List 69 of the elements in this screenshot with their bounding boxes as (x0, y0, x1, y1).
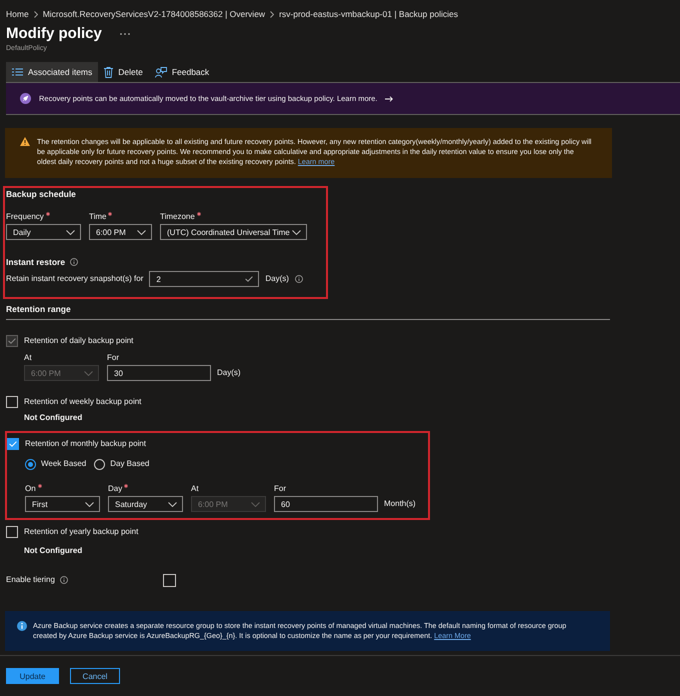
field-label: Frequency (6, 212, 44, 222)
checkbox-label: Enable tiering (6, 574, 55, 586)
chevron-down-icon (137, 230, 146, 234)
info-icon (17, 621, 27, 631)
checkmark-icon (8, 338, 16, 344)
checkbox-label: Retention of daily backup point (24, 335, 134, 347)
number-input[interactable]: 2 (149, 271, 260, 287)
field-label: On (25, 484, 36, 494)
chevron-down-icon (251, 502, 260, 506)
check-icon (245, 276, 254, 282)
checkmark-icon (9, 441, 17, 447)
cancel-button[interactable]: Cancel (70, 668, 120, 684)
feedback-icon (154, 66, 167, 78)
page-title: Modify policy (6, 25, 102, 43)
dropdown[interactable]: First (25, 496, 100, 512)
section-title: Retention range (6, 303, 71, 315)
field-label: For (274, 484, 286, 494)
section-title: Backup schedule (6, 188, 76, 200)
list-icon (12, 68, 23, 76)
warning-icon (20, 137, 30, 146)
status-text: Not Configured (24, 546, 82, 556)
dropdown[interactable]: 6:00 PM (89, 224, 152, 240)
chevron-right-icon (270, 10, 274, 18)
radio-label: Week Based (41, 458, 86, 470)
breadcrumb-link[interactable]: Microsoft.RecoveryServicesV2-1784008586362 | Overview (42, 8, 266, 20)
breadcrumb-link[interactable]: Home (6, 8, 29, 20)
dropdown[interactable]: Saturday (108, 496, 183, 512)
breadcrumb-link[interactable]: rsv-prod-eastus-vmbackup-01 | Backup policies (279, 8, 458, 20)
radio-button[interactable] (94, 458, 106, 470)
checkbox-label: Retention of yearly backup point (24, 526, 138, 538)
chevron-down-icon (168, 502, 177, 506)
unit-label: Day(s) (265, 273, 289, 285)
checkbox[interactable] (7, 438, 19, 450)
checkbox[interactable] (6, 526, 18, 538)
unit-label: Day(s) (217, 367, 241, 379)
info-icon[interactable] (60, 576, 68, 584)
field-label: Timezone (160, 212, 195, 222)
field-label: Day (108, 484, 122, 494)
arrow-right-icon[interactable] (385, 96, 394, 102)
checkbox[interactable] (6, 396, 18, 408)
field-label: Retain instant recovery snapshot(s) for (6, 274, 144, 284)
number-input[interactable]: 60 (274, 496, 378, 512)
update-button[interactable]: Update (6, 668, 59, 684)
field-label: Time (89, 212, 106, 222)
trash-icon (104, 66, 114, 78)
dropdown[interactable]: Daily (6, 224, 81, 240)
status-text: Not Configured (24, 413, 82, 423)
toolbar-button[interactable]: Feedback (148, 62, 216, 82)
chevron-down-icon (292, 230, 301, 234)
field-label: At (24, 353, 32, 363)
radio-button[interactable] (25, 458, 36, 470)
unit-label: Month(s) (384, 498, 416, 510)
checkbox-label: Retention of weekly backup point (24, 396, 142, 408)
field-label: At (191, 484, 199, 494)
chevron-right-icon (34, 10, 38, 18)
checkbox-label: Retention of monthly backup point (25, 438, 146, 450)
section-title: Instant restore (6, 256, 66, 268)
radio-label: Day Based (110, 458, 150, 470)
info-icon[interactable] (294, 275, 303, 283)
field-label: For (107, 353, 119, 363)
chevron-down-icon (85, 502, 94, 506)
info-icon[interactable] (70, 258, 78, 266)
rocket-icon (20, 93, 31, 104)
chevron-down-icon (66, 230, 75, 234)
checkbox[interactable] (163, 574, 176, 586)
toolbar-button[interactable]: Associated items (6, 62, 98, 82)
chevron-down-icon (84, 370, 93, 376)
toolbar-button[interactable]: Delete (98, 62, 149, 82)
dropdown[interactable]: (UTC) Coordinated Universal Time (160, 224, 307, 240)
